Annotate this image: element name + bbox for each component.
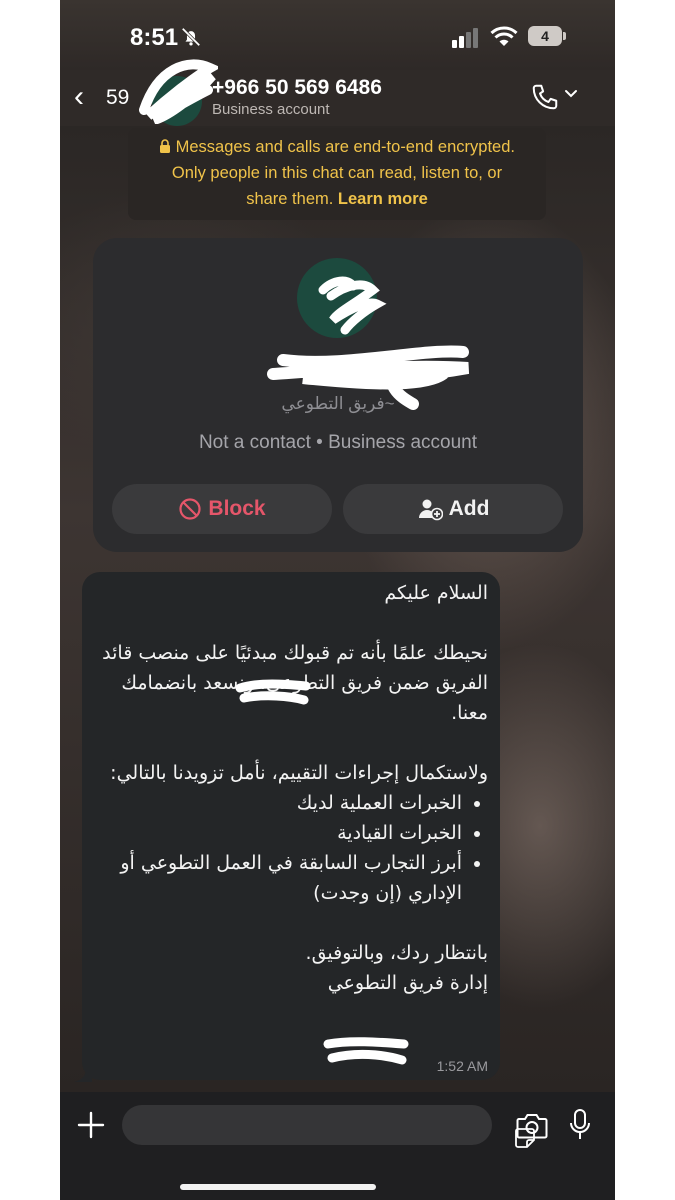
add-person-icon [418, 499, 443, 521]
message-timestamp: 1:52 AM [436, 1058, 488, 1074]
bubble-tail [74, 1068, 92, 1082]
list-item: أبرز التجارب السابقة في العمل التطوعي أو… [98, 848, 462, 908]
home-indicator[interactable] [180, 1184, 376, 1190]
message-closing: بانتظار ردك، وبالتوفيق. [305, 942, 488, 964]
encryption-line-1: Messages and calls are end-to-end encryp… [175, 138, 515, 156]
redaction-scribble [318, 276, 387, 335]
add-contact-button[interactable]: Add [343, 484, 563, 534]
message-input[interactable] [122, 1105, 535, 1148]
message-greeting: السلام عليكم [384, 582, 488, 604]
message-paragraph-2: ولاستكمال إجراءات التقييم، نأمل تزويدنا … [110, 762, 488, 784]
contact-card: ~فريق التطوعي Not a contact • Business a… [93, 238, 583, 552]
contact-subtitle: Business account [212, 101, 330, 118]
encryption-notice[interactable]: Messages and calls are end-to-end encryp… [128, 128, 546, 220]
battery-indicator: 4 [528, 26, 562, 46]
camera-icon[interactable] [516, 1112, 548, 1140]
encryption-line-2: Only people in this chat can read, liste… [171, 164, 503, 182]
redaction-scribble [323, 1037, 409, 1065]
chat-header: ‹ 59 +966 50 569 6486 Business account [60, 59, 615, 128]
block-button[interactable]: Block [112, 484, 332, 534]
back-chevron-icon[interactable]: ‹ [74, 80, 84, 114]
lock-icon [160, 139, 171, 153]
microphone-icon[interactable] [568, 1108, 592, 1142]
message-bullet-list: الخبرات العملية لديك الخبرات القيادية أب… [98, 788, 488, 908]
message-text: السلام عليكم نحيطك علمًا بأنه تم قبولك م… [98, 578, 488, 998]
unread-count[interactable]: 59 [106, 86, 129, 110]
status-time: 8:51 [130, 24, 179, 51]
block-button-label: Block [208, 497, 266, 520]
plus-icon[interactable] [76, 1110, 106, 1140]
contact-phone[interactable]: +966 50 569 6486 [212, 76, 382, 100]
list-item: الخبرات العملية لديك [98, 788, 462, 818]
list-item: الخبرات القيادية [98, 818, 462, 848]
contact-card-name: ~فريق التطوعي [281, 394, 395, 413]
phone-call-icon[interactable] [530, 82, 560, 112]
redaction-scribble [139, 59, 218, 124]
learn-more-link[interactable]: Learn more [338, 190, 428, 208]
message-signature: إدارة فريق التطوعي [327, 972, 488, 994]
screen: 8:51 4 ‹ 59 +966 50 569 6486 Business ac… [60, 0, 615, 1200]
battery-tip [563, 32, 566, 40]
incoming-message-bubble[interactable]: السلام عليكم نحيطك علمًا بأنه تم قبولك م… [82, 572, 500, 1080]
redaction-scribble [235, 679, 311, 705]
contact-card-status: Not a contact • Business account [198, 432, 478, 453]
encryption-line-3: share them. [246, 190, 334, 208]
wifi-icon [490, 26, 518, 46]
add-button-label: Add [448, 497, 490, 520]
chevron-down-icon[interactable] [563, 86, 579, 102]
bell-muted-icon [181, 27, 201, 47]
cellular-signal-icon [452, 28, 478, 48]
block-icon [179, 498, 202, 521]
